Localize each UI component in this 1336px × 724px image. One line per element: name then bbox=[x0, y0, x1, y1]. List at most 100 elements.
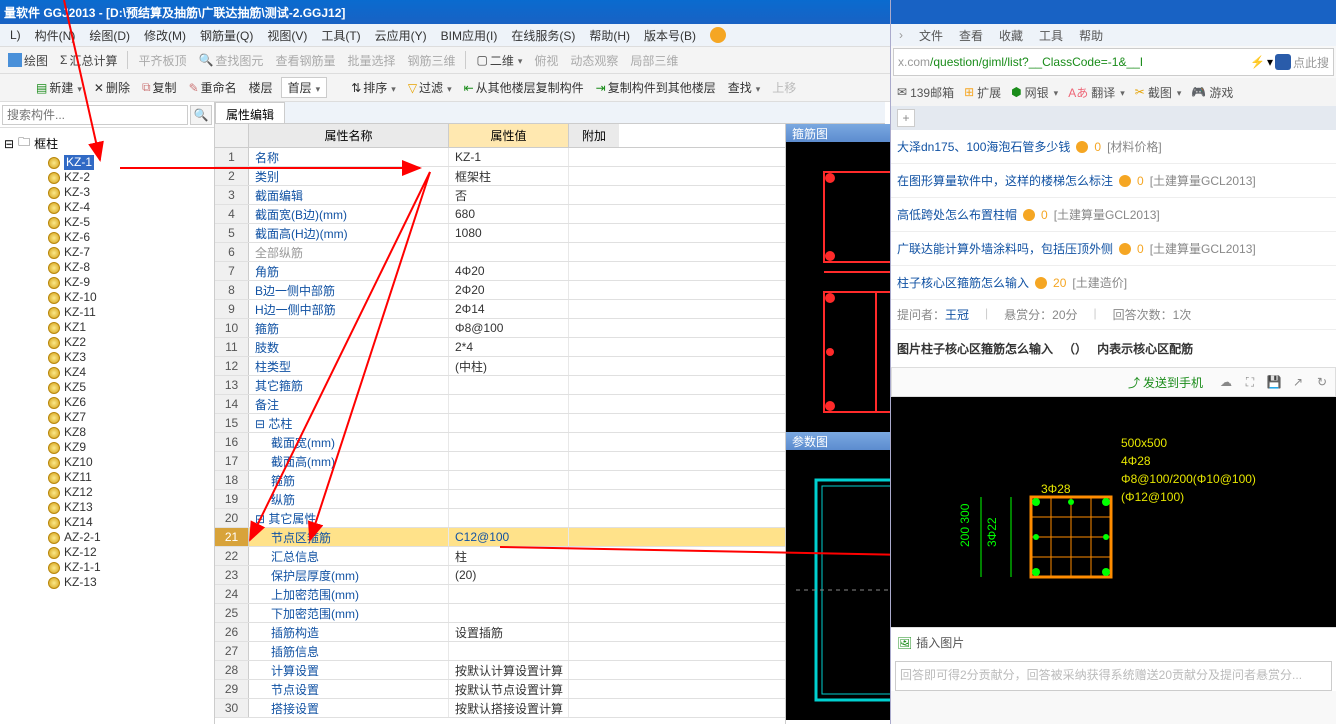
tree-item[interactable]: KZ8 bbox=[4, 425, 210, 440]
tree-item[interactable]: KZ13 bbox=[4, 500, 210, 515]
tree-item[interactable]: KZ-7 bbox=[4, 245, 210, 260]
tree-item[interactable]: KZ14 bbox=[4, 515, 210, 530]
tree-item[interactable]: KZ4 bbox=[4, 365, 210, 380]
menu-item[interactable]: 云应用(Y) bbox=[369, 25, 433, 46]
share-icon[interactable]: ↗ bbox=[1289, 373, 1307, 391]
tree-item[interactable]: KZ-12 bbox=[4, 545, 210, 560]
cloud-icon[interactable]: ☁ bbox=[1217, 373, 1235, 391]
topview-button[interactable]: 俯视 bbox=[530, 50, 562, 71]
new-button[interactable]: ▤新建 bbox=[32, 77, 86, 98]
game-button[interactable]: 🎮游戏 bbox=[1191, 84, 1233, 101]
steel-3d-button[interactable]: 钢筋三维 bbox=[403, 50, 459, 71]
tree-root[interactable]: ⊟🗀框柱 bbox=[4, 132, 210, 155]
tree-item[interactable]: KZ-4 bbox=[4, 200, 210, 215]
tree-item[interactable]: KZ-10 bbox=[4, 290, 210, 305]
menu-item[interactable]: 绘图(D) bbox=[83, 25, 136, 46]
answer-textarea[interactable]: 回答即可得2分贡献分，回答被采纳获得系统赠送20贡献分及提问者悬赏分... bbox=[895, 661, 1332, 691]
copy-from-button[interactable]: ⇤从其他楼层复制构件 bbox=[460, 77, 588, 98]
svg-text:500x500: 500x500 bbox=[1121, 436, 1167, 450]
view-steel-button[interactable]: 查看钢筋量 bbox=[271, 50, 339, 71]
tree-item[interactable]: KZ-8 bbox=[4, 260, 210, 275]
find2-button[interactable]: 查找 bbox=[724, 77, 765, 98]
menu-item[interactable]: 版本号(B) bbox=[638, 25, 702, 46]
menu-item[interactable]: 工具(T) bbox=[315, 25, 366, 46]
tree-item[interactable]: KZ6 bbox=[4, 395, 210, 410]
tree-item[interactable]: KZ-6 bbox=[4, 230, 210, 245]
chevron-down-icon[interactable]: ▾ bbox=[1267, 55, 1273, 69]
menu-item[interactable]: 构件(N) bbox=[29, 25, 82, 46]
menu-item[interactable]: 钢筋量(Q) bbox=[194, 25, 259, 46]
tree-item[interactable]: KZ-9 bbox=[4, 275, 210, 290]
copy-button[interactable]: ⧉复制 bbox=[138, 77, 181, 98]
browser-menu[interactable]: 帮助 bbox=[1079, 27, 1103, 44]
copy-to-button[interactable]: ⇥复制构件到其他楼层 bbox=[592, 77, 720, 98]
tree-item[interactable]: KZ-13 bbox=[4, 575, 210, 590]
tree-item[interactable]: AZ-2-1 bbox=[4, 530, 210, 545]
tree-item[interactable]: KZ2 bbox=[4, 335, 210, 350]
question-row[interactable]: 广联达能计算外墙涂料吗，包括压顶外侧 0 [土建算量GCL2013] bbox=[891, 232, 1336, 266]
browser-menu[interactable]: 查看 bbox=[959, 27, 983, 44]
question-row[interactable]: 在图形算量软件中，这样的楼梯怎么标注 0 [土建算量GCL2013] bbox=[891, 164, 1336, 198]
filter-button[interactable]: ▽过滤 bbox=[404, 77, 456, 98]
save-icon[interactable]: 💾 bbox=[1265, 373, 1283, 391]
tree-item[interactable]: KZ-1-1 bbox=[4, 560, 210, 575]
rename-button[interactable]: ✎重命名 bbox=[185, 77, 241, 98]
translate-button[interactable]: Aあ翻译 bbox=[1068, 84, 1125, 101]
insert-image-button[interactable]: 🖼插入图片 bbox=[891, 627, 1336, 657]
address-bar[interactable]: x.com/question/giml/list?__ClassCode=-1&… bbox=[893, 48, 1334, 76]
bank-button[interactable]: ⬢网银 bbox=[1011, 84, 1058, 101]
search-button[interactable]: 🔍 bbox=[190, 105, 212, 125]
flat-button[interactable]: 平齐板顶 bbox=[134, 50, 190, 71]
search-input[interactable] bbox=[2, 105, 188, 125]
cad-preview: 500x500 4Φ28 Φ8@100/200(Φ10@100) (Φ12@10… bbox=[891, 397, 1336, 627]
browser-menu[interactable]: 收藏 bbox=[999, 27, 1023, 44]
menu-item[interactable]: 视图(V) bbox=[261, 25, 313, 46]
asker-link[interactable]: 王冠 bbox=[945, 308, 969, 322]
question-row[interactable]: 高低跨处怎么布置柱帽 0 [土建算量GCL2013] bbox=[891, 198, 1336, 232]
mail-button[interactable]: ✉139邮箱 bbox=[897, 84, 954, 101]
new-tab-button[interactable]: + bbox=[897, 109, 915, 127]
browser-menu[interactable]: 工具 bbox=[1039, 27, 1063, 44]
question-row[interactable]: 柱子核心区箍筋怎么输入 20 [土建造价] bbox=[891, 266, 1336, 300]
prop-tab[interactable]: 属性编辑 bbox=[215, 102, 285, 123]
menu-item[interactable]: L) bbox=[4, 26, 27, 44]
component-tree[interactable]: ⊟🗀框柱 KZ-1KZ-2KZ-3KZ-4KZ-5KZ-6KZ-7KZ-8KZ-… bbox=[0, 128, 214, 724]
question-row[interactable]: 大泽dn175、100海泡石管多少钱 0 [材料价格] bbox=[891, 130, 1336, 164]
batch-select-button[interactable]: 批量选择 bbox=[343, 50, 399, 71]
fullscreen-icon[interactable]: ⛶ bbox=[1241, 373, 1259, 391]
menu-item[interactable]: 在线服务(S) bbox=[505, 25, 581, 46]
tree-item[interactable]: KZ1 bbox=[4, 320, 210, 335]
tree-item[interactable]: KZ-3 bbox=[4, 185, 210, 200]
2d-select[interactable]: ▢二维 bbox=[472, 50, 526, 71]
rotate-icon[interactable]: ↻ bbox=[1313, 373, 1331, 391]
tree-item[interactable]: KZ-2 bbox=[4, 170, 210, 185]
tree-item[interactable]: KZ9 bbox=[4, 440, 210, 455]
floor-select[interactable]: 首层 bbox=[281, 77, 328, 98]
delete-button[interactable]: ✕删除 bbox=[90, 77, 134, 98]
menu-item[interactable]: BIM应用(I) bbox=[435, 25, 504, 46]
ext-button[interactable]: ⊞扩展 bbox=[964, 84, 1001, 101]
sum-button[interactable]: Σ汇总计算 bbox=[56, 50, 121, 71]
draw-button[interactable]: 绘图 bbox=[4, 50, 52, 71]
menu-item[interactable]: 修改(M) bbox=[138, 25, 192, 46]
browser-menu[interactable]: 文件 bbox=[919, 27, 943, 44]
screenshot-button[interactable]: ✂截图 bbox=[1135, 84, 1182, 101]
tree-item[interactable]: KZ-5 bbox=[4, 215, 210, 230]
tree-item[interactable]: KZ10 bbox=[4, 455, 210, 470]
menu-item[interactable]: 帮助(H) bbox=[583, 25, 636, 46]
tree-item[interactable]: KZ-1 bbox=[4, 155, 210, 170]
send-phone-button[interactable]: ⤴发送到手机 bbox=[1120, 370, 1211, 395]
sort-button[interactable]: ⇅排序 bbox=[347, 77, 400, 98]
tree-item[interactable]: KZ12 bbox=[4, 485, 210, 500]
browser-menubar: › 文件 查看 收藏 工具 帮助 bbox=[891, 24, 1336, 46]
tree-item[interactable]: KZ11 bbox=[4, 470, 210, 485]
find-button[interactable]: 🔍查找图元 bbox=[194, 50, 267, 71]
orbit-button[interactable]: 动态观察 bbox=[566, 50, 622, 71]
paw-icon[interactable] bbox=[1275, 54, 1291, 70]
moveup-button[interactable]: 上移 bbox=[768, 77, 800, 98]
tree-item[interactable]: KZ7 bbox=[4, 410, 210, 425]
local3d-button[interactable]: 局部三维 bbox=[626, 50, 682, 71]
tree-item[interactable]: KZ3 bbox=[4, 350, 210, 365]
tree-item[interactable]: KZ5 bbox=[4, 380, 210, 395]
tree-item[interactable]: KZ-11 bbox=[4, 305, 210, 320]
